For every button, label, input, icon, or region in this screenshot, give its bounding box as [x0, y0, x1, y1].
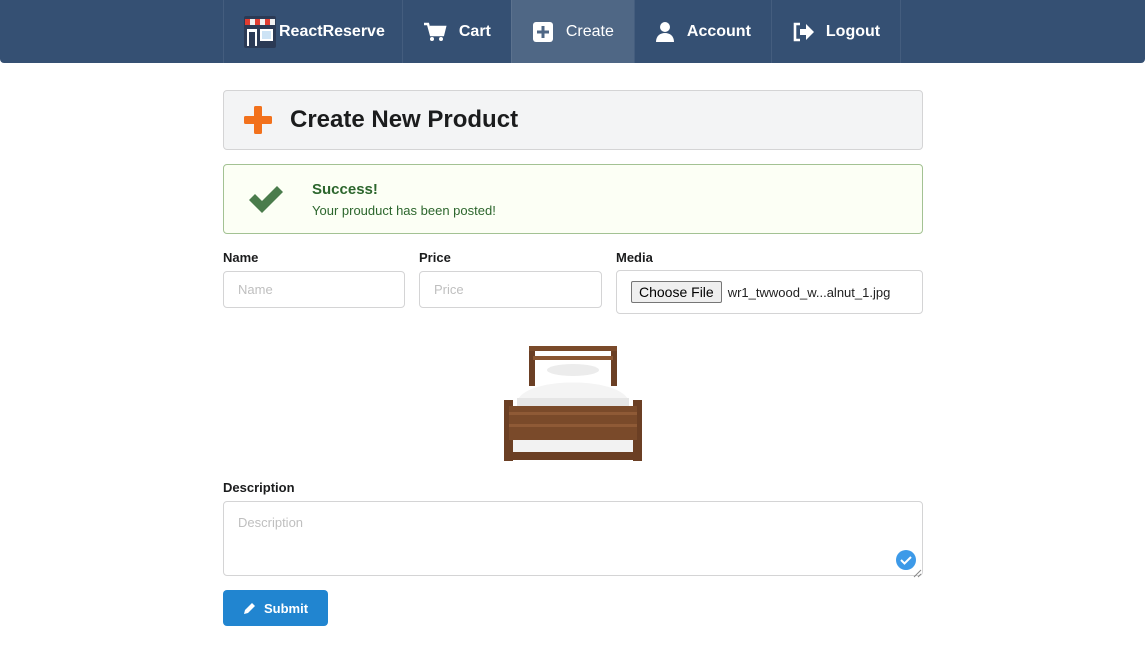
plus-icon: [244, 106, 272, 134]
media-label: Media: [616, 250, 653, 265]
price-label: Price: [419, 250, 451, 265]
nav-brand-label: ReactReserve: [279, 22, 385, 40]
page-title: Create New Product: [290, 106, 519, 133]
nav-item-label: Account: [686, 22, 751, 40]
nav-item-logout[interactable]: Logout: [770, 0, 902, 63]
success-message: Success! Your prouduct has been posted!: [223, 164, 923, 234]
message-title: Success!: [312, 180, 378, 198]
nav-brand[interactable]: ReactReserve: [223, 0, 402, 63]
message-body: Your prouduct has been posted!: [312, 202, 496, 218]
checkmark-icon: [247, 184, 285, 214]
sign-out-icon: [792, 22, 814, 42]
name-input[interactable]: Name: [223, 271, 405, 308]
nav-item-label: Cart: [458, 22, 491, 40]
nav-item-cart[interactable]: Cart: [401, 0, 511, 63]
plus-square-icon: [532, 21, 554, 43]
product-image-preview: [503, 344, 643, 462]
submit-label: Submit: [263, 600, 309, 616]
user-icon: [655, 21, 675, 43]
price-input[interactable]: Price: [419, 271, 602, 308]
store-logo-icon: [243, 15, 277, 49]
description-textarea[interactable]: Description: [223, 501, 923, 576]
nav-item-label: Create: [565, 22, 614, 40]
pencil-icon: [243, 602, 256, 615]
choose-file-button[interactable]: Choose File: [631, 281, 722, 303]
top-navbar: ReactReserve Cart Create Account Logout: [0, 0, 1145, 63]
page-header: Create New Product: [223, 90, 923, 150]
submit-button[interactable]: Submit: [223, 590, 328, 626]
nav-item-label: Logout: [825, 22, 881, 40]
description-label: Description: [223, 480, 295, 495]
resize-handle-icon[interactable]: [912, 565, 922, 583]
nav-item-account[interactable]: Account: [633, 0, 771, 63]
media-file-input[interactable]: Choose File wr1_twwood_w...alnut_1.jpg: [616, 270, 923, 314]
cart-icon: [423, 22, 447, 42]
name-label: Name: [223, 250, 259, 265]
message-content: Success! Your prouduct has been posted!: [312, 181, 496, 218]
nav-item-create[interactable]: Create: [510, 0, 634, 63]
nav-menu: ReactReserve Cart Create Account Logout: [223, 0, 902, 63]
file-name: wr1_twwood_w...alnut_1.jpg: [727, 284, 891, 300]
